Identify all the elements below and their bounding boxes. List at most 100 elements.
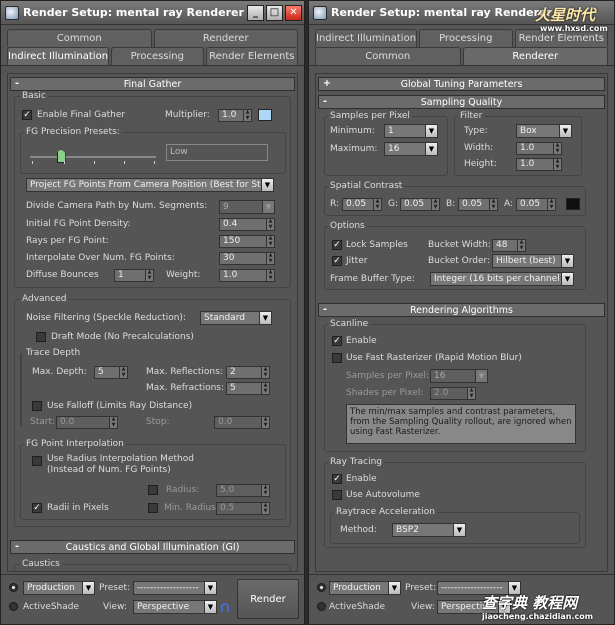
raytrace-enable-checkbox[interactable]: ✓ (332, 474, 342, 484)
fg-precision-slider-track[interactable] (30, 156, 156, 158)
frame-buffer-dropdown[interactable]: Integer (16 bits per channel) ▼ (430, 272, 574, 286)
fast-rasterizer-checkbox[interactable] (332, 353, 342, 363)
sampling-quality-rollout-header[interactable]: - Sampling Quality (318, 95, 605, 109)
title-bar[interactable]: Render Setup: mental ray Renderer _ □ ✕ (1, 1, 304, 25)
filter-width-field[interactable]: 1.0 (516, 142, 554, 155)
max-refractions-spinner[interactable]: 5 ▲ ▼ (226, 382, 270, 395)
multiplier-spinner[interactable]: 1.0 ▲ ▼ (218, 109, 252, 122)
final-gather-rollout-header[interactable]: - Final Gather (10, 77, 295, 91)
dropdown-arrow-icon[interactable]: ▼ (425, 143, 437, 155)
enable-final-gather-checkbox[interactable]: ✓ (22, 110, 32, 120)
tab-indirect-illumination[interactable]: Indirect Illumination (315, 29, 418, 47)
draft-mode-checkbox[interactable] (36, 332, 46, 342)
radius-checkbox[interactable] (148, 485, 158, 495)
filter-type-dropdown[interactable]: Box ▼ (516, 124, 572, 138)
spinner-arrows-icon[interactable]: ▲ ▼ (267, 252, 275, 265)
rays-per-point-field[interactable]: 150 (219, 235, 267, 248)
dropdown-arrow-icon[interactable]: ▼ (559, 125, 571, 137)
acceleration-method-dropdown[interactable]: BSP2 ▼ (392, 523, 466, 537)
min-radius-checkbox[interactable] (148, 503, 158, 513)
spinner-arrows-icon[interactable]: ▲ ▼ (548, 198, 556, 211)
multiplier-color-swatch[interactable] (258, 109, 272, 121)
tab-common[interactable]: Common (7, 29, 152, 47)
dropdown-arrow-icon[interactable]: ▼ (561, 255, 573, 267)
minimize-button[interactable]: _ (247, 4, 264, 21)
max-refractions-field[interactable]: 5 (226, 382, 262, 395)
tab-renderer[interactable]: Renderer (462, 47, 608, 65)
spinner-arrows-icon[interactable]: ▲ ▼ (432, 198, 440, 211)
dropdown-arrow-icon[interactable]: ▼ (561, 273, 573, 285)
scanline-enable-checkbox[interactable]: ✓ (332, 336, 342, 346)
max-reflections-spinner[interactable]: 2 ▲ ▼ (226, 366, 270, 379)
spinner-arrows-icon[interactable]: ▲ ▼ (267, 218, 275, 231)
maximize-button[interactable]: □ (266, 4, 283, 21)
lock-icon[interactable] (221, 603, 229, 612)
bucket-order-dropdown[interactable]: Hilbert (best) ▼ (492, 254, 574, 268)
dropdown-arrow-icon[interactable]: ▼ (425, 125, 437, 137)
max-depth-spinner[interactable]: 5 ▲ ▼ (94, 366, 128, 379)
spinner-arrows-icon[interactable]: ▲ ▼ (554, 142, 562, 155)
minimum-dropdown[interactable]: 1 ▼ (384, 124, 438, 138)
caustics-rollout-header[interactable]: - Caustics and Global Illumination (GI) (10, 540, 295, 554)
radius-interpolation-checkbox[interactable] (32, 456, 42, 466)
noise-filtering-dropdown[interactable]: Standard ▼ (200, 311, 272, 325)
diffuse-bounces-spinner[interactable]: 1 ▲ ▼ (114, 269, 154, 282)
bucket-width-field[interactable]: 48 (492, 239, 518, 252)
spinner-arrows-icon[interactable]: ▲ ▼ (262, 366, 270, 379)
dropdown-arrow-icon[interactable]: ▼ (259, 312, 271, 324)
dropdown-arrow-icon[interactable]: ▼ (204, 582, 216, 594)
use-falloff-checkbox[interactable] (32, 401, 42, 411)
filter-height-field[interactable]: 1.0 (516, 158, 554, 171)
multiplier-field[interactable]: 1.0 (218, 109, 244, 122)
spinner-arrows-icon[interactable]: ▲ ▼ (554, 158, 562, 171)
max-depth-field[interactable]: 5 (94, 366, 120, 379)
production-dropdown[interactable]: Production ▼ (23, 581, 95, 595)
jitter-checkbox[interactable]: ✓ (332, 256, 342, 266)
rendering-algorithms-rollout-header[interactable]: - Rendering Algorithms (318, 303, 605, 317)
weight-field[interactable]: 1.0 (219, 269, 267, 282)
production-radio[interactable] (9, 583, 18, 592)
maximum-dropdown[interactable]: 16 ▼ (384, 142, 438, 156)
production-dropdown[interactable]: Production ▼ (329, 581, 401, 595)
tab-indirect-illumination[interactable]: Indirect Illumination (7, 47, 110, 65)
contrast-a-spinner[interactable]: 0.05 ▲ ▼ (516, 198, 556, 211)
fg-projection-mode-dropdown[interactable]: Project FG Points From Camera Position (… (26, 178, 274, 192)
close-button[interactable]: ✕ (285, 4, 302, 21)
radii-in-pixels-checkbox[interactable]: ✓ (32, 503, 42, 513)
point-density-field[interactable]: 0.4 (219, 218, 267, 231)
filter-height-spinner[interactable]: 1.0 ▲ ▼ (516, 158, 562, 171)
spinner-arrows-icon[interactable]: ▲ ▼ (262, 382, 270, 395)
spinner-arrows-icon[interactable]: ▲ ▼ (374, 198, 382, 211)
activeshade-radio[interactable] (9, 602, 18, 611)
dropdown-arrow-icon[interactable]: ▼ (453, 524, 465, 536)
autovolume-checkbox[interactable] (332, 490, 342, 500)
contrast-g-spinner[interactable]: 0.05 ▲ ▼ (400, 198, 440, 211)
max-reflections-field[interactable]: 2 (226, 366, 262, 379)
filter-width-spinner[interactable]: 1.0 ▲ ▼ (516, 142, 562, 155)
contrast-a-field[interactable]: 0.05 (516, 198, 548, 211)
production-radio[interactable] (317, 583, 326, 592)
weight-spinner[interactable]: 1.0 ▲ ▼ (219, 269, 275, 282)
tab-renderer[interactable]: Renderer (153, 29, 298, 47)
spinner-arrows-icon[interactable]: ▲ ▼ (244, 109, 252, 122)
lock-samples-checkbox[interactable]: ✓ (332, 240, 342, 250)
bucket-width-spinner[interactable]: 48 ▲ ▼ (492, 239, 526, 252)
dropdown-arrow-icon[interactable]: ▼ (261, 179, 273, 191)
interpolate-points-field[interactable]: 30 (219, 252, 267, 265)
spinner-arrows-icon[interactable]: ▲ ▼ (490, 198, 498, 211)
contrast-r-field[interactable]: 0.05 (342, 198, 374, 211)
activeshade-radio[interactable] (317, 602, 326, 611)
contrast-r-spinner[interactable]: 0.05 ▲ ▼ (342, 198, 382, 211)
spinner-arrows-icon[interactable]: ▲ ▼ (267, 235, 275, 248)
point-density-spinner[interactable]: 0.4 ▲ ▼ (219, 218, 275, 231)
dropdown-arrow-icon[interactable]: ▼ (204, 601, 216, 613)
contrast-b-field[interactable]: 0.05 (458, 198, 490, 211)
diffuse-bounces-field[interactable]: 1 (114, 269, 146, 282)
view-dropdown[interactable]: Perspective ▼ (133, 600, 217, 614)
render-button[interactable]: Render (237, 579, 299, 619)
contrast-color-swatch[interactable] (566, 198, 580, 210)
global-tuning-rollout-header[interactable]: + Global Tuning Parameters (318, 77, 605, 91)
contrast-b-spinner[interactable]: 0.05 ▲ ▼ (458, 198, 498, 211)
tab-processing[interactable]: Processing (419, 29, 513, 47)
spinner-arrows-icon[interactable]: ▲ ▼ (267, 269, 275, 282)
